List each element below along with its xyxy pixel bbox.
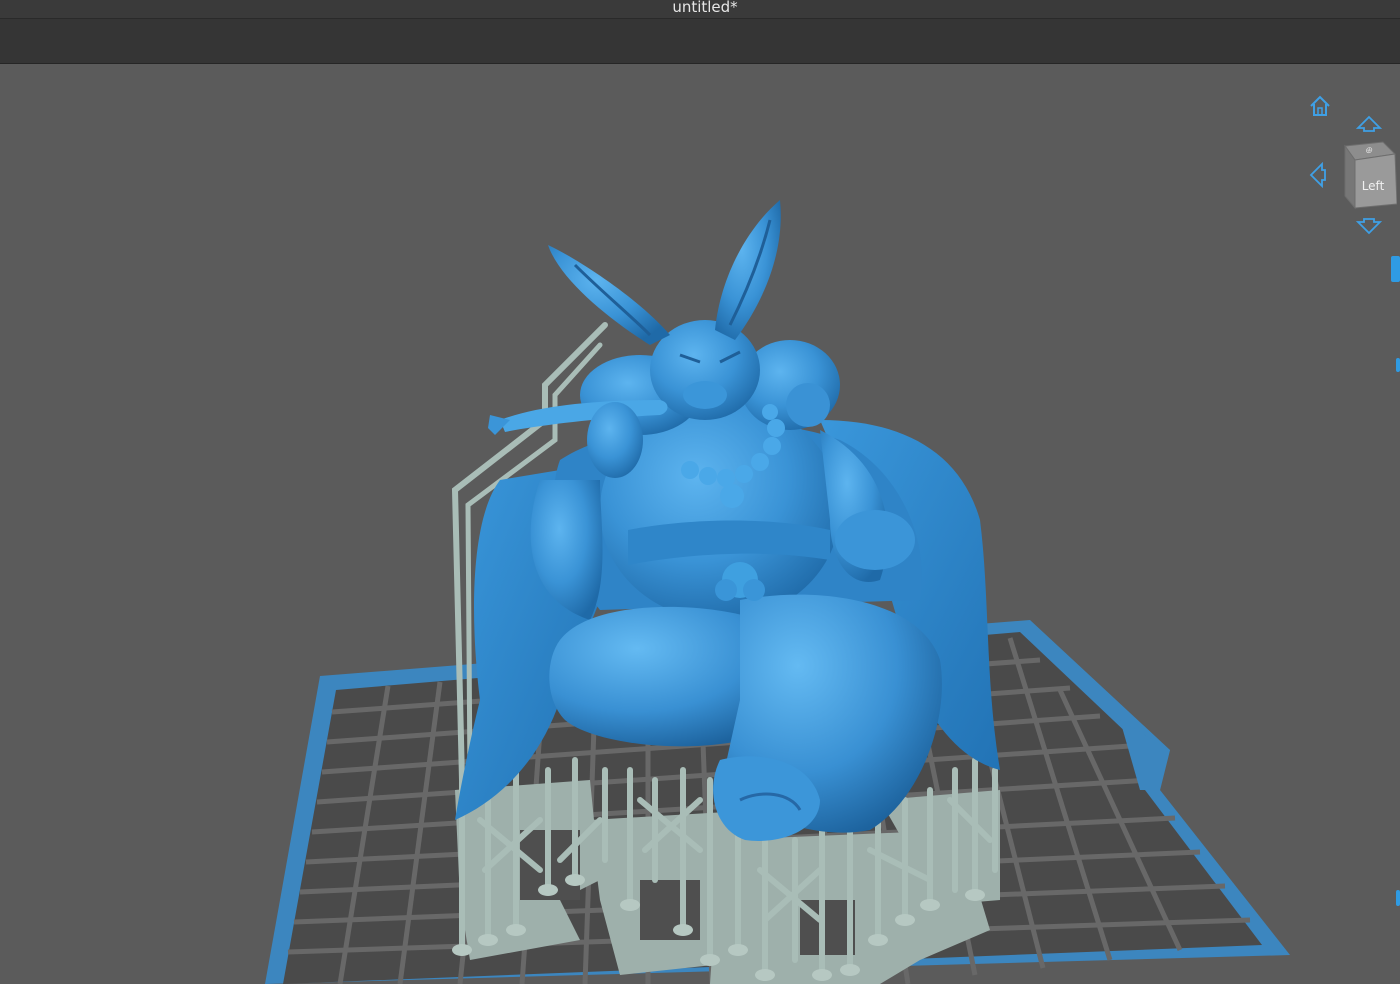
view-cube-left-face[interactable]: Left	[1352, 179, 1394, 193]
side-panel-tab-2[interactable]	[1396, 358, 1400, 372]
home-icon	[1310, 95, 1330, 116]
title-bar: untitled*	[0, 0, 1400, 18]
toolbar	[0, 18, 1400, 64]
scene-canvas[interactable]	[0, 64, 1400, 984]
rotate-left-button[interactable]	[1308, 161, 1326, 189]
side-panel-tab-3[interactable]	[1396, 890, 1400, 906]
3d-viewport[interactable]	[0, 64, 1400, 984]
view-cube-top-face[interactable]: ⊕	[1358, 146, 1380, 156]
rotate-down-button[interactable]	[1355, 218, 1383, 236]
side-panel-tab-1[interactable]	[1391, 256, 1400, 282]
arrow-down-icon	[1355, 218, 1383, 235]
rotate-up-button[interactable]	[1355, 114, 1383, 132]
arrow-up-icon	[1355, 115, 1383, 132]
home-view-button[interactable]	[1308, 94, 1332, 118]
window-title: untitled*	[672, 0, 738, 16]
arrow-left-icon	[1309, 161, 1326, 189]
